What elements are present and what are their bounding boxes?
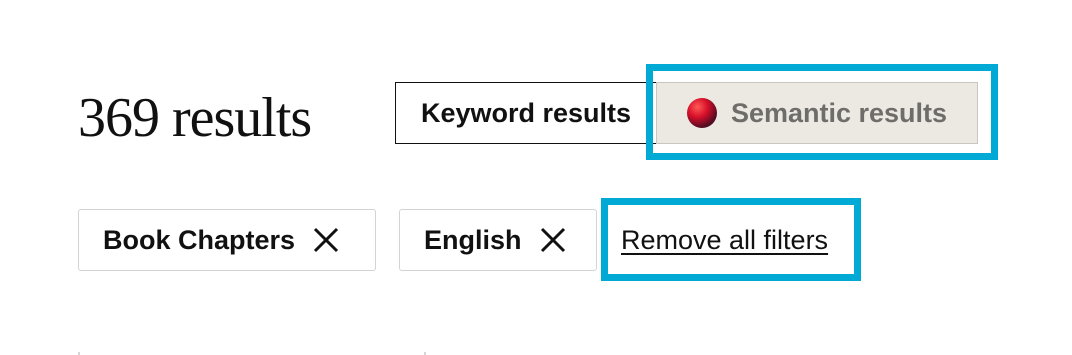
semantic-results-button[interactable]: Semantic results <box>656 82 978 144</box>
remove-all-filters-link[interactable]: Remove all filters <box>621 222 828 258</box>
filter-chip-book-chapters[interactable]: Book Chapters <box>78 209 376 271</box>
keyword-results-button[interactable]: Keyword results <box>395 82 657 144</box>
filter-chip-label: Book Chapters <box>103 224 296 255</box>
close-icon[interactable] <box>311 225 341 255</box>
results-count: 369 results <box>78 87 312 149</box>
semantic-results-label: Semantic results <box>730 97 948 128</box>
semantic-orb-icon <box>686 98 717 128</box>
keyword-results-label: Keyword results <box>420 97 632 128</box>
close-icon[interactable] <box>538 225 568 255</box>
filter-chip-english[interactable]: English <box>399 209 597 271</box>
filter-chip-label: English <box>424 224 522 255</box>
search-mode-toggle: Keyword results Semantic results <box>395 82 978 144</box>
